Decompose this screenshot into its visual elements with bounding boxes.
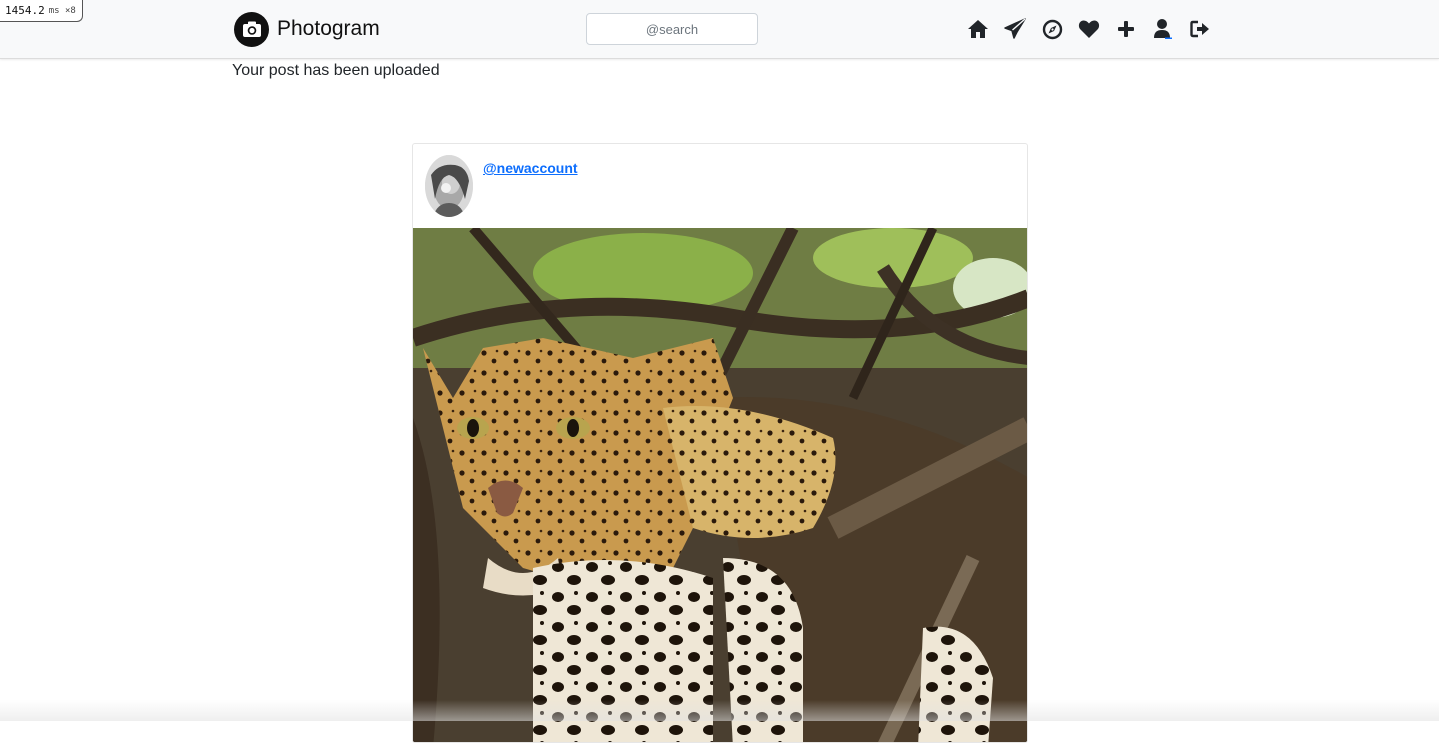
perf-badge: 1454.2 ms ×8 [0, 0, 83, 22]
camera-icon [234, 11, 269, 47]
perf-unit: ms ×8 [48, 5, 76, 16]
home-icon[interactable] [966, 17, 990, 41]
search-input[interactable] [586, 13, 758, 45]
post-card: @newaccount [412, 143, 1028, 743]
explore-icon[interactable] [1040, 17, 1064, 41]
heart-icon[interactable] [1077, 17, 1101, 41]
avatar[interactable] [425, 155, 473, 217]
brand-name: Photogram [277, 17, 380, 40]
plus-icon[interactable] [1114, 17, 1138, 41]
user-icon[interactable] [1151, 17, 1175, 41]
post-username-link[interactable]: @newaccount [483, 160, 578, 176]
navbar: Photogram [0, 0, 1439, 59]
upload-success-message: Your post has been uploaded [232, 62, 440, 79]
perf-value: 1454.2 [5, 3, 45, 17]
logout-icon[interactable] [1188, 17, 1212, 41]
post-header: @newaccount [413, 144, 1027, 228]
post-image[interactable] [413, 224, 1027, 742]
nav-icons [966, 15, 1212, 43]
send-icon[interactable] [1003, 17, 1027, 41]
brand-link[interactable]: Photogram [234, 11, 380, 47]
